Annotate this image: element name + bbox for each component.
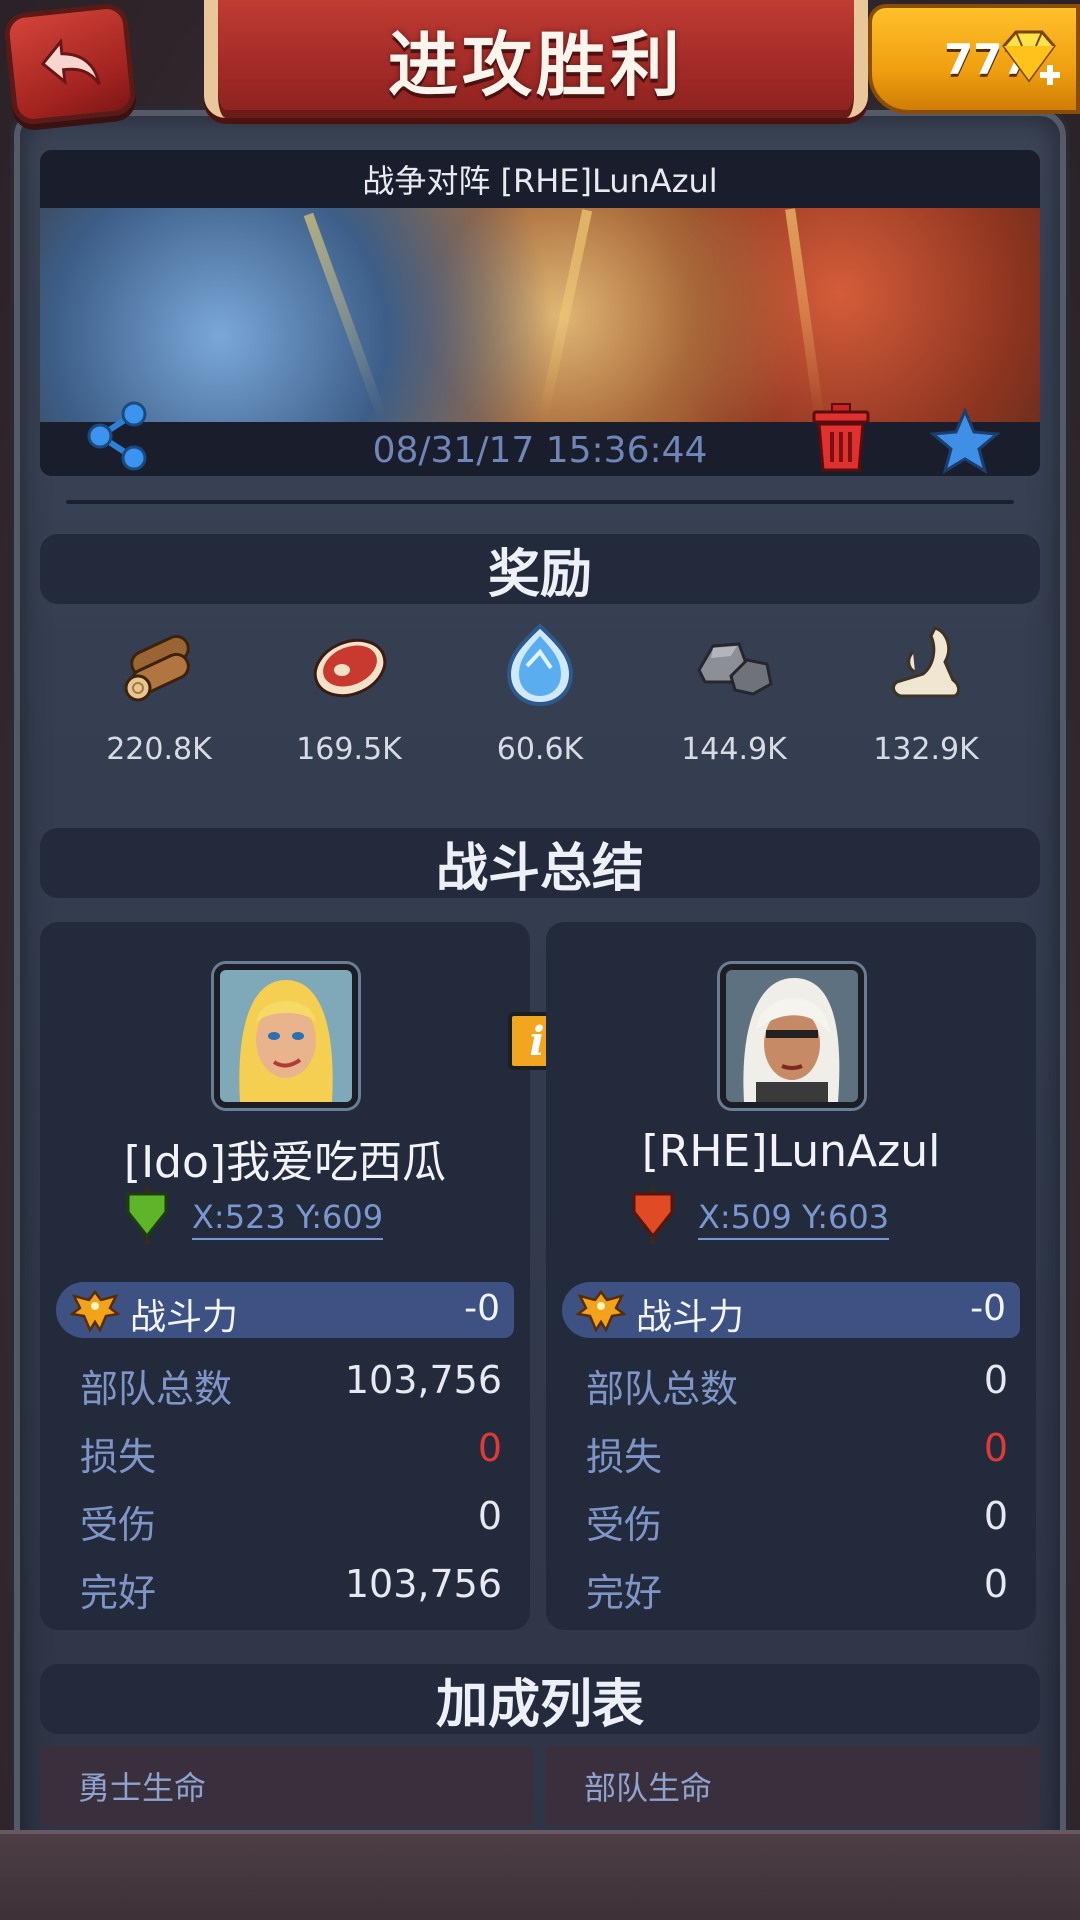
attacker-stat-total-value: 103,756 [344, 1358, 502, 1402]
defender-name: [RHE]LunAzul [641, 1126, 941, 1177]
defender-stat-wounded-label: 受伤 [586, 1503, 663, 1547]
bottom-rim [0, 1830, 1080, 1920]
defender-stat-intact-label: 完好 [586, 1571, 663, 1615]
attacker-name: [Ido]我爱吃西瓜 [123, 1137, 447, 1188]
reward-bone: 132.9K [851, 622, 1001, 767]
battle-timestamp: 08/31/17 15:36:44 [372, 430, 708, 471]
attacker-power-label: 战斗力 [130, 1297, 239, 1338]
defender-flag-icon [632, 1186, 674, 1244]
eagle-emblem-icon [576, 1289, 626, 1333]
favorite-star-icon[interactable] [930, 408, 1000, 474]
bone-icon [892, 626, 961, 698]
battle-report-banner: 战争对阵 [RHE]LunAzul 08/31/17 15:36:44 [40, 150, 1040, 476]
attacker-stat-intact-value: 103,756 [344, 1562, 502, 1606]
reward-stone-value: 144.9K [681, 732, 787, 767]
attacker-stat-total-label: 部队总数 [80, 1367, 233, 1411]
diamond-plus-icon [1002, 30, 1060, 85]
attacker-stat-wounded-value: 0 [477, 1494, 502, 1538]
reward-meat: 169.5K [274, 622, 424, 767]
defender-coords-link[interactable]: X:509 Y:603 [698, 1198, 890, 1240]
attacker-portrait-image [220, 970, 352, 1102]
eagle-emblem-icon [70, 1289, 120, 1333]
rewards-header: 奖励 [40, 534, 1040, 605]
title-banner: 进攻胜利 [204, 0, 868, 118]
attacker-power-value: -0 [464, 1288, 500, 1329]
gem-counter-button[interactable]: 777 [868, 4, 1080, 114]
attacker-card: [Ido]我爱吃西瓜 X:523 Y:609 战斗力 -0 部队总数 103,7… [40, 922, 530, 1630]
defender-portrait-image [726, 970, 858, 1102]
defender-stat-total-value: 0 [983, 1358, 1008, 1402]
battle-title: 战争对阵 [RHE]LunAzul [40, 150, 1040, 208]
back-button[interactable] [2, 1, 138, 127]
defender-avatar[interactable] [720, 964, 864, 1108]
defender-power-value: -0 [970, 1288, 1006, 1329]
trash-icon[interactable] [810, 402, 872, 472]
attacker-stat-intact-label: 完好 [80, 1571, 157, 1615]
bonus-cell-troop-hp: 部队生命 [546, 1746, 1040, 1826]
reward-wood-value: 220.8K [106, 732, 212, 767]
share-icon[interactable] [84, 400, 150, 472]
defender-power-bar: 战斗力 -0 [562, 1282, 1020, 1338]
defender-stat-intact-value: 0 [983, 1562, 1008, 1606]
battle-artwork [40, 208, 1040, 422]
reward-crystal: 60.6K [465, 622, 615, 767]
reward-crystal-value: 60.6K [496, 732, 584, 767]
reward-stone: 144.9K [659, 622, 809, 767]
defender-card: [RHE]LunAzul X:509 Y:603 战斗力 -0 部队总数 0 损… [546, 922, 1036, 1630]
attacker-power-bar: 战斗力 -0 [56, 1282, 514, 1338]
defender-stat-lost-label: 损失 [586, 1435, 663, 1479]
reward-bone-value: 132.9K [873, 732, 979, 767]
defender-stat-wounded-value: 0 [983, 1494, 1008, 1538]
reward-wood: 220.8K [84, 622, 234, 767]
crystal-icon [506, 623, 574, 707]
bonus-header: 加成列表 [40, 1664, 1040, 1735]
bonus-cell-warrior-hp: 勇士生命 [40, 1746, 534, 1826]
page-title: 进攻胜利 [388, 23, 684, 106]
attacker-stat-lost-value: 0 [477, 1426, 502, 1470]
banner-footer: 08/31/17 15:36:44 [40, 422, 1040, 476]
stone-icon [697, 642, 773, 696]
summary-header: 战斗总结 [40, 828, 1040, 899]
defender-stat-lost-value: 0 [983, 1426, 1008, 1470]
back-arrow-icon [40, 38, 101, 86]
attacker-flag-icon [126, 1186, 168, 1244]
attacker-avatar[interactable] [214, 964, 358, 1108]
attacker-stat-wounded-label: 受伤 [80, 1503, 157, 1547]
attacker-coords-link[interactable]: X:523 Y:609 [192, 1198, 384, 1240]
defender-power-label: 战斗力 [636, 1297, 745, 1338]
wood-icon [124, 634, 190, 702]
attacker-stat-lost-label: 损失 [80, 1435, 157, 1479]
defender-stat-total-label: 部队总数 [586, 1367, 739, 1411]
divider [66, 500, 1014, 504]
meat-icon [313, 638, 387, 698]
reward-meat-value: 169.5K [296, 732, 402, 767]
